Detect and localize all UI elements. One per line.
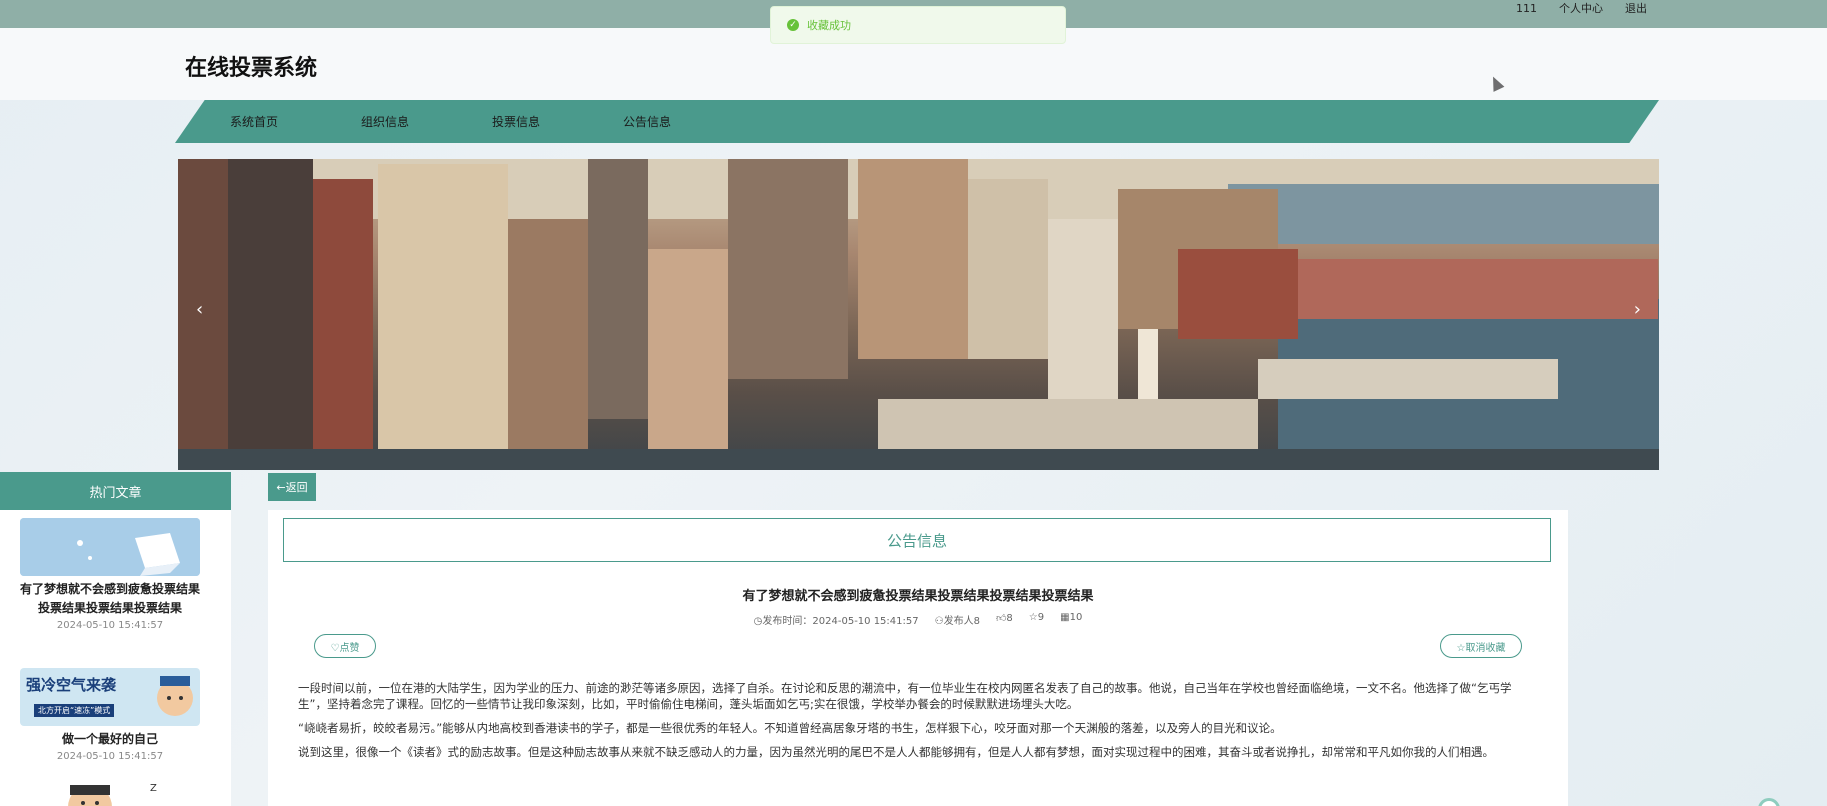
banner-prev-arrow[interactable]: ‹	[196, 299, 203, 320]
article-paragraph: 说到这里，很像一个《读者》式的励志故事。但是这种励志故事从来就不缺乏感动人的力量…	[298, 745, 1494, 759]
article-body: 一段时间以前，一位在港的大陆学生，因为学业的压力、前途的渺茫等诸多原因，选择了自…	[298, 680, 1538, 768]
article-paragraph: “峣峣者易折，皎皎者易污。”能够从内地高校到香港读书的学子，都是一些很优秀的年轻…	[298, 721, 1282, 735]
site-title: 在线投票系统	[185, 56, 318, 81]
cartoon-person-icon	[157, 676, 193, 716]
article-thumbnail[interactable]: 强冷空气来袭 北方开启“速冻”模式	[20, 668, 200, 726]
favorite-count: ☆9	[1028, 612, 1045, 623]
banner-next-arrow[interactable]: ›	[1634, 299, 1641, 320]
hot-article-title[interactable]: 有了梦想就不会感到疲惫投票结果投票结果投票结果投票结果	[20, 580, 200, 618]
sidebar-heading: 热门文章	[0, 472, 231, 510]
section-title: 公告信息	[283, 518, 1551, 562]
toast-message: 收藏成功	[807, 19, 851, 32]
like-button[interactable]: ♡点赞	[314, 634, 376, 658]
user-links: 111 个人中心 退出	[1516, 2, 1647, 16]
success-toast: ✓ 收藏成功	[770, 6, 1066, 44]
nav-organization[interactable]: 组织信息	[361, 113, 492, 130]
hot-article-title[interactable]: 做一个最好的自己	[20, 730, 200, 749]
logout-link[interactable]: 退出	[1625, 2, 1647, 16]
star-icon: ☆	[1028, 612, 1038, 623]
view-count: ▦10	[1060, 612, 1083, 623]
username-link[interactable]: 111	[1516, 2, 1537, 16]
check-circle-icon: ✓	[787, 19, 799, 31]
main-nav: 系统首页 组织信息 投票信息 公告信息	[175, 100, 1659, 143]
publish-time: ◷发布时间：2024-05-10 15:41:57	[753, 616, 919, 627]
article-paragraph: 一段时间以前，一位在港的大陆学生，因为学业的压力、前途的渺茫等诸多原因，选择了自…	[298, 681, 1512, 711]
hot-articles-sidebar: 热门文章 有了梦想就不会感到疲惫投票结果投票结果投票结果投票结果 2024-05…	[0, 472, 231, 806]
like-count: 👍︎8	[995, 613, 1013, 624]
thumbs-up-icon: 👍︎	[995, 613, 1007, 624]
banner-carousel[interactable]: ‹ ›	[178, 159, 1659, 470]
city-skyline-image	[178, 159, 1659, 470]
hot-article-card[interactable]: 有了梦想就不会感到疲惫投票结果投票结果投票结果投票结果 2024-05-10 1…	[20, 518, 200, 631]
nav-home[interactable]: 系统首页	[230, 113, 361, 130]
hot-article-card[interactable]: 强冷空气来袭 北方开启“速冻”模式 做一个最好的自己 2024-05-10 15…	[20, 668, 200, 762]
hot-article-card[interactable]: Z	[20, 777, 200, 806]
thumbnail-headline: 强冷空气来袭	[26, 676, 117, 694]
user-icon: ⚇	[934, 616, 944, 627]
cartoon-face-icon: Z	[68, 783, 157, 806]
floating-action-button[interactable]	[1758, 798, 1780, 806]
hot-article-date: 2024-05-10 15:41:57	[56, 620, 164, 631]
article-meta: ◷发布时间：2024-05-10 15:41:57 ⚇发布人8 👍︎8 ☆9 ▦…	[268, 612, 1568, 627]
article-thumbnail[interactable]	[20, 518, 200, 576]
back-button[interactable]: ←返回	[268, 473, 316, 501]
views-icon: ▦	[1060, 612, 1070, 623]
svg-text:Z: Z	[150, 783, 157, 794]
hot-article-date: 2024-05-10 15:41:57	[56, 751, 164, 762]
unfavorite-button[interactable]: ☆取消收藏	[1440, 634, 1522, 658]
article-thumbnail[interactable]: Z	[20, 777, 200, 806]
nav-announcements[interactable]: 公告信息	[623, 113, 754, 130]
thumbnail-subline: 北方开启“速冻”模式	[34, 704, 115, 717]
article-title: 有了梦想就不会感到疲惫投票结果投票结果投票结果投票结果	[742, 589, 1094, 604]
article-panel: 公告信息 有了梦想就不会感到疲惫投票结果投票结果投票结果投票结果 ◷发布时间：2…	[268, 510, 1568, 806]
author: ⚇发布人8	[934, 616, 980, 627]
book-illustration-icon	[20, 518, 200, 576]
profile-link[interactable]: 个人中心	[1559, 2, 1603, 16]
nav-voting[interactable]: 投票信息	[492, 113, 623, 130]
